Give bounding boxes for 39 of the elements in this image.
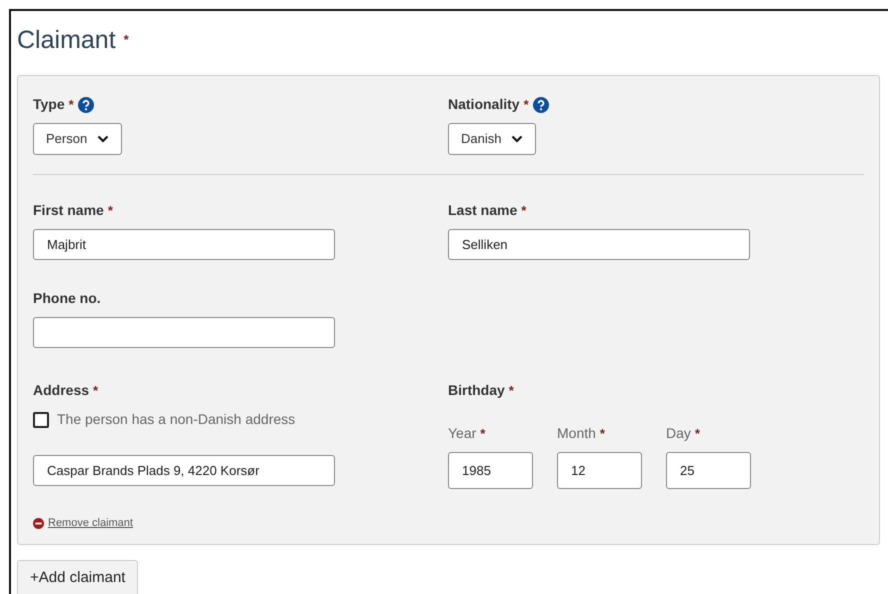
help-icon[interactable] (532, 96, 549, 112)
field-label: Address (33, 381, 90, 400)
remove-link[interactable]: Remove claimant (48, 515, 133, 532)
checkbox[interactable] (33, 412, 49, 428)
required-mark: * (480, 424, 486, 443)
field-label: Nationality (448, 95, 520, 114)
required-mark: * (600, 424, 605, 443)
field-label: Day (666, 424, 691, 443)
dropdown[interactable]: Person (33, 123, 122, 155)
section-title: Claimant (17, 25, 116, 55)
dropdown[interactable]: Danish (448, 123, 536, 155)
required-mark: * (521, 202, 526, 220)
date-field[interactable]: 1985 (448, 452, 533, 489)
field-label: First name (33, 201, 104, 220)
chevron-down-icon (97, 135, 110, 143)
required-mark: * (124, 31, 129, 50)
text-field[interactable]: Majbrit (33, 229, 335, 260)
help-icon[interactable] (78, 96, 94, 112)
required-mark: * (93, 382, 98, 400)
required-mark: * (694, 424, 700, 443)
field-label: Last name (448, 201, 518, 220)
text-field[interactable] (33, 317, 335, 348)
date-field[interactable]: 12 (557, 452, 642, 489)
field-label: Birthday (448, 381, 505, 400)
required-mark: * (108, 202, 113, 220)
remove-icon[interactable] (33, 518, 44, 529)
required-mark: * (524, 96, 529, 114)
field-label: Month (557, 424, 596, 443)
field-label: Type (33, 95, 65, 114)
checkbox-label[interactable]: The person has a non-Danish address (57, 409, 296, 430)
add-claimant-button[interactable]: +Add claimant (17, 560, 138, 594)
field-label: Phone no. (33, 289, 101, 308)
chevron-down-icon (511, 135, 524, 143)
address-field[interactable]: Caspar Brands Plads 9, 4220 Korsør (33, 455, 335, 486)
required-mark: * (508, 382, 514, 400)
text-field[interactable]: Selliken (448, 229, 750, 260)
field-label: Year (448, 424, 476, 443)
required-mark: * (68, 96, 74, 114)
date-field[interactable]: 25 (666, 452, 751, 489)
